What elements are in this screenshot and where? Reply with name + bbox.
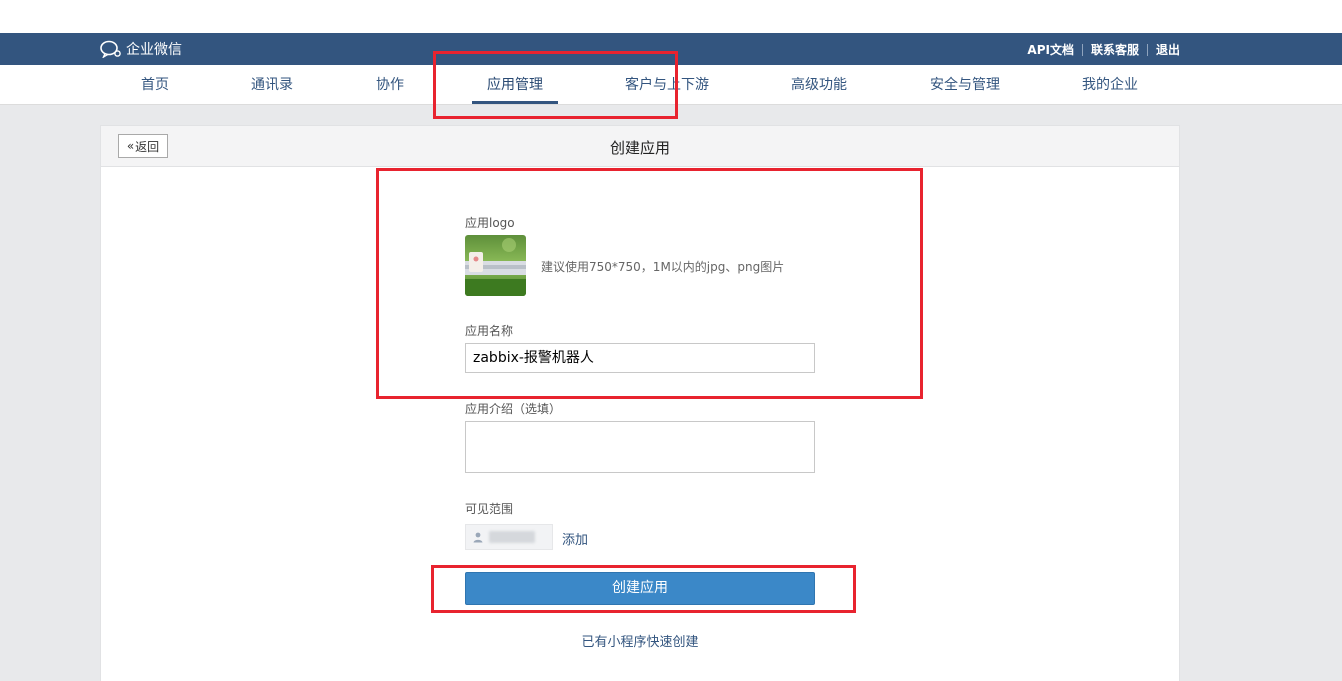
top-link-divider [1081,43,1083,56]
logo-hint: 建议使用750*750，1M以内的jpg、png图片 [541,260,785,274]
nav-app-management[interactable]: 应用管理 [472,65,558,105]
top-link-divider [1146,43,1148,56]
nav-home[interactable]: 首页 [141,65,169,105]
nav-my-company[interactable]: 我的企业 [1082,65,1138,105]
nav-collaboration[interactable]: 协作 [376,65,404,105]
top-bar: 企业微信 API文档 联系客服 退出 [0,33,1342,65]
logout-link[interactable]: 退出 [1156,41,1180,58]
brand-logo[interactable]: 企业微信 [100,39,182,59]
api-docs-link[interactable]: API文档 [1027,41,1074,58]
nav-security[interactable]: 安全与管理 [930,65,1000,105]
user-icon [473,532,483,542]
create-app-card: « 返回 创建应用 应用logo 建议使用750*750，1M以内的jpg、pn… [100,125,1180,681]
blurred-member-name [489,531,535,543]
intro-label: 应用介绍（选填） [465,402,562,416]
card-header: « 返回 创建应用 [101,126,1179,167]
nav-customers[interactable]: 客户与上下游 [625,65,709,105]
visible-member-chip [465,524,553,550]
app-name-input[interactable]: zabbix-报警机器人 [465,343,815,373]
page-title: 创建应用 [609,139,670,157]
name-label: 应用名称 [465,324,514,338]
main-nav: 首页 通讯录 协作 应用管理 客户与上下游 高级功能 安全与管理 我的企业 [0,65,1342,105]
create-app-button[interactable]: 创建应用 [465,572,815,605]
top-blank-area [0,0,1342,33]
nav-contacts[interactable]: 通讯录 [251,65,293,105]
logo-label: 应用logo [465,216,515,230]
logo-photo-icon [465,235,526,296]
nav-advanced[interactable]: 高级功能 [791,65,847,105]
wecom-logo-icon [100,40,121,58]
app-logo-image[interactable] [465,235,526,296]
visibility-label: 可见范围 [465,502,514,516]
app-intro-textarea[interactable] [465,421,815,473]
add-visibility-link[interactable]: 添加 [562,529,588,548]
brand-name: 企业微信 [126,42,182,58]
contact-support-link[interactable]: 联系客服 [1091,41,1139,58]
mini-program-create-link[interactable]: 已有小程序快速创建 [101,631,1179,650]
top-links: API文档 联系客服 退出 [1027,41,1180,58]
